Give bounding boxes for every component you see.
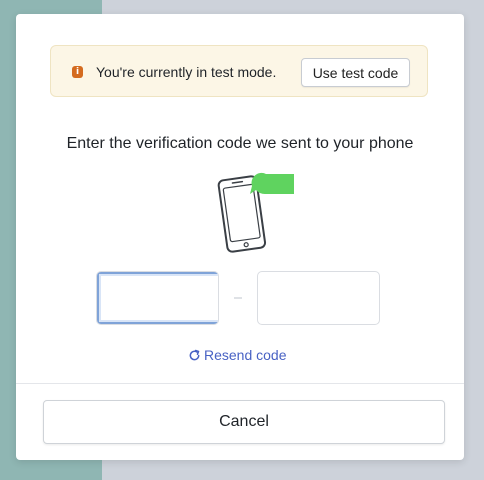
resend-code-link[interactable]: Resend code [188,347,287,363]
verification-heading: Enter the verification code we sent to y… [66,135,414,152]
code-group-second [257,271,380,325]
code-digit-input[interactable] [97,272,218,324]
test-mode-text: You're currently in test mode. [96,64,277,80]
code-group-first [96,271,219,325]
verification-modal: i You're currently in test mode. Use tes… [16,14,464,460]
code-separator [234,297,242,299]
cancel-button[interactable]: Cancel [43,400,445,444]
resend-code-label: Resend code [204,347,287,363]
info-icon: i [72,66,83,78]
refresh-icon [189,349,200,360]
use-test-code-button[interactable]: Use test code [301,58,410,87]
code-digit-input[interactable] [258,272,379,324]
footer-divider [16,383,464,384]
test-mode-banner: i You're currently in test mode. Use tes… [50,45,428,97]
phone-with-message-icon [217,172,294,253]
